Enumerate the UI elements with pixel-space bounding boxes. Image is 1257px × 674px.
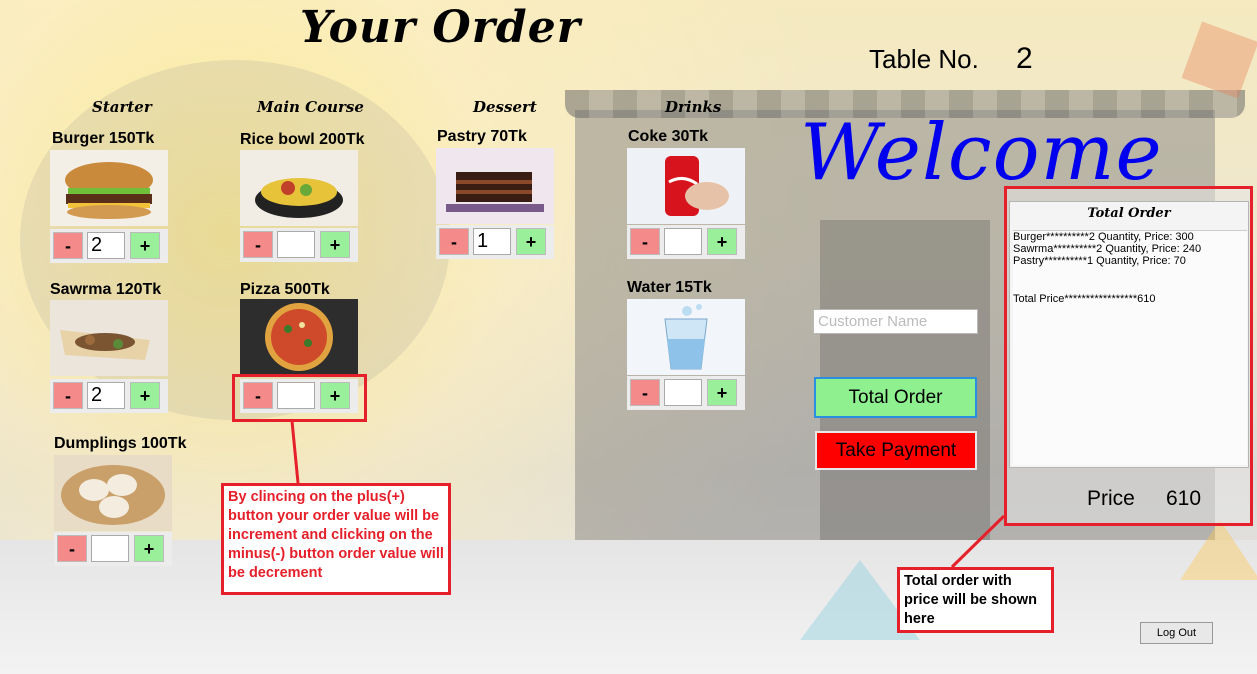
- annotation-connectors: [290, 420, 1006, 569]
- stepper-help-callout: By clincing on the plus(+) button your o…: [221, 483, 451, 595]
- summary-callout-connector: [950, 514, 1006, 569]
- log-out-button[interactable]: Log Out: [1140, 622, 1213, 644]
- stepper-callout-connector: [290, 420, 300, 484]
- summary-help-callout: Total order with price will be shown her…: [897, 567, 1054, 633]
